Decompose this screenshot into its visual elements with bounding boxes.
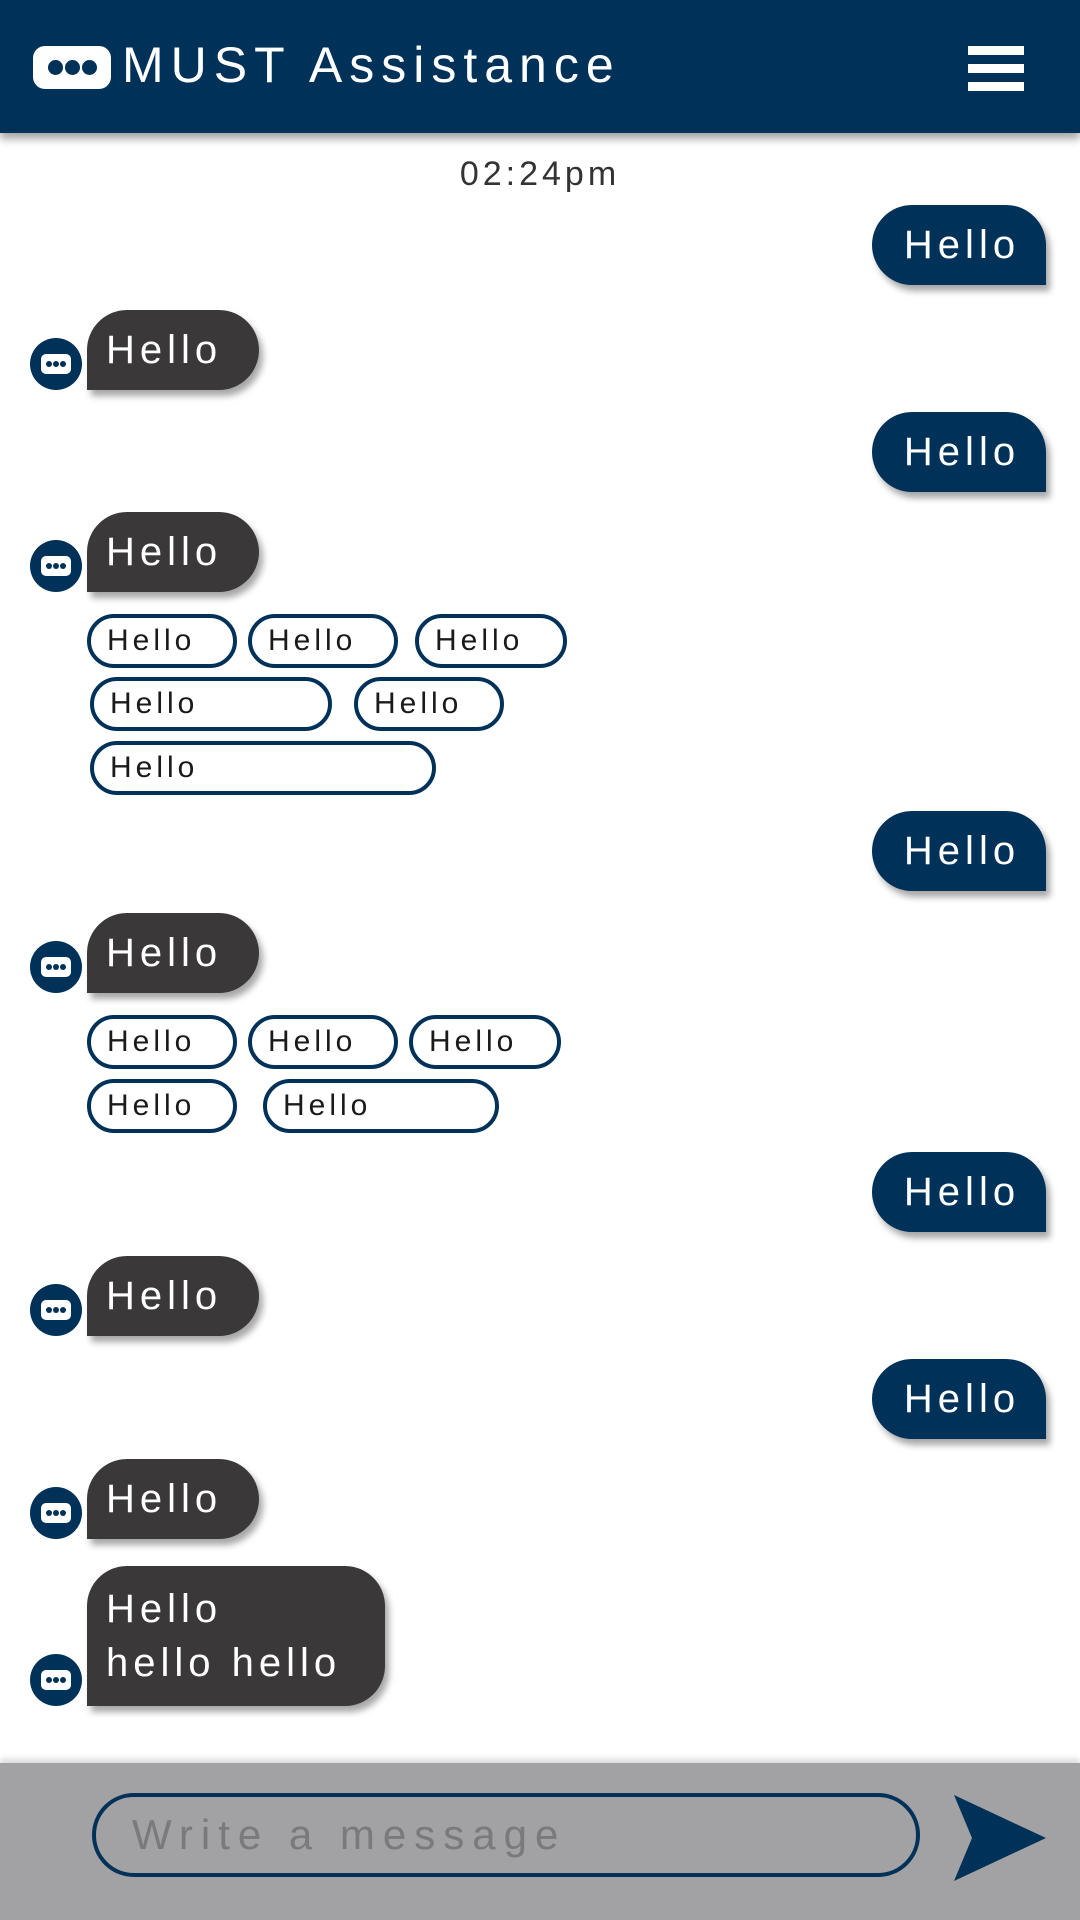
quick-reply-chip[interactable]: Hello <box>248 614 398 668</box>
bot-avatar-icon <box>30 1284 82 1336</box>
send-arrow-icon[interactable] <box>952 1793 1048 1883</box>
user-message: Hello <box>872 811 1046 891</box>
chat-bubble-icon <box>33 46 111 89</box>
quick-reply-chip[interactable]: Hello <box>90 741 436 795</box>
quick-reply-chip[interactable]: Hello <box>409 1015 561 1069</box>
hamburger-menu-icon[interactable] <box>962 42 1026 94</box>
bot-avatar-icon <box>30 540 82 592</box>
bot-message: Hello <box>87 310 259 390</box>
quick-reply-chip[interactable]: Hello <box>87 614 237 668</box>
bot-avatar-icon <box>30 941 82 993</box>
bot-message-line: Hello <box>106 1587 223 1631</box>
bot-message-line: hello hello <box>106 1641 342 1685</box>
chat-app: MUST Assistance 02:24pm Hello Hello Hell… <box>0 0 1080 1920</box>
bot-message: Hello <box>87 512 259 592</box>
user-message: Hello <box>872 412 1046 492</box>
message-composer <box>0 1763 1080 1920</box>
bot-message: Hello <box>87 1459 259 1539</box>
bot-avatar-icon <box>30 1654 82 1706</box>
quick-reply-chip[interactable]: Hello <box>248 1015 398 1069</box>
quick-reply-chip[interactable]: Hello <box>415 614 567 668</box>
user-message: Hello <box>872 1152 1046 1232</box>
app-header: MUST Assistance <box>0 0 1080 133</box>
bot-avatar-icon <box>30 1487 82 1539</box>
message-timestamp: 02:24pm <box>459 155 621 193</box>
bot-message-multiline: Hello hello hello <box>87 1566 385 1706</box>
bot-message: Hello <box>87 1256 259 1336</box>
app-title: MUST Assistance <box>122 37 621 93</box>
chat-history[interactable]: 02:24pm Hello Hello Hello Hello Hello He… <box>0 133 1080 1763</box>
quick-reply-chip[interactable]: Hello <box>354 677 504 731</box>
user-message: Hello <box>872 205 1046 285</box>
bot-avatar-icon <box>30 338 82 390</box>
user-message: Hello <box>872 1359 1046 1439</box>
message-input[interactable] <box>92 1793 920 1877</box>
quick-reply-chip[interactable]: Hello <box>87 1015 237 1069</box>
quick-reply-chip[interactable]: Hello <box>263 1079 499 1133</box>
quick-reply-chip[interactable]: Hello <box>90 677 332 731</box>
bot-message: Hello <box>87 913 259 993</box>
quick-reply-chip[interactable]: Hello <box>87 1079 237 1133</box>
